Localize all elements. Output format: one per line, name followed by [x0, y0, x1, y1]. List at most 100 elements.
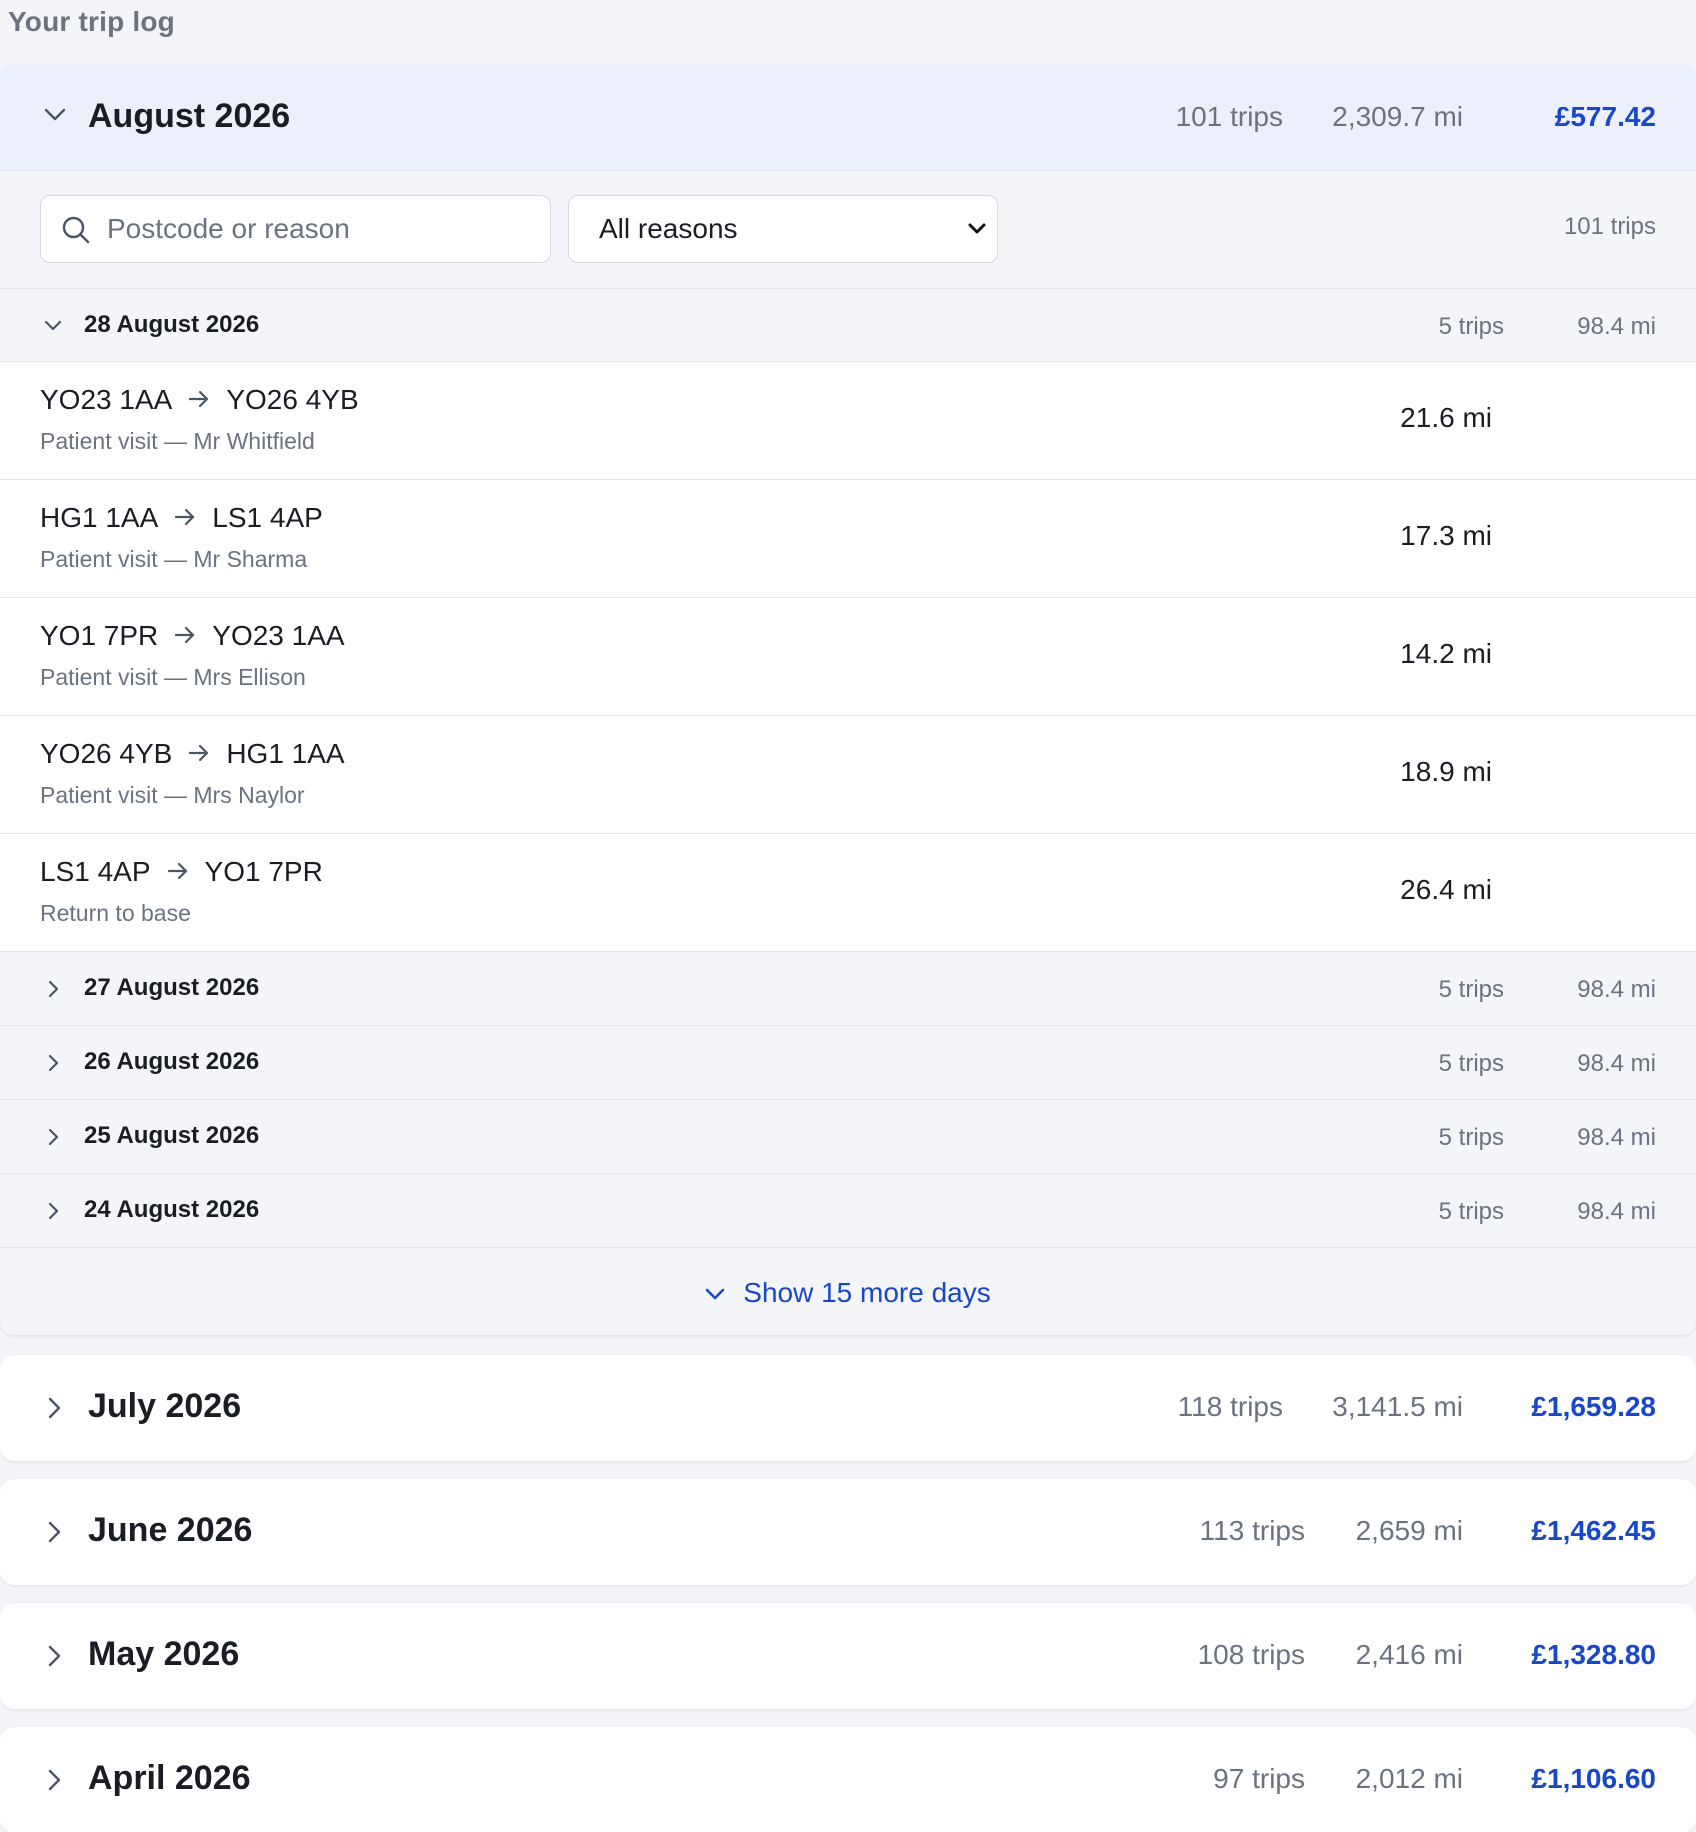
chevron-down-icon — [967, 218, 987, 245]
day-trip-count: 5 trips — [1438, 1198, 1504, 1225]
day-header-28-august[interactable]: 28 August 2026 5 trips 98.4 mi — [0, 289, 1696, 362]
trip-miles: 21.6 mi — [1400, 402, 1492, 433]
month-trip-count: 97 trips — [1213, 1763, 1305, 1794]
trip-from: YO1 7PR — [40, 620, 159, 651]
show-more-label: Show 15 more days — [743, 1277, 991, 1308]
month-card-july[interactable]: July 2026 118 trips 3,141.5 mi £1,659.28 — [0, 1355, 1696, 1461]
trip-miles: 14.2 mi — [1400, 638, 1492, 669]
month-title: August 2026 — [88, 97, 291, 135]
chevron-right-icon — [48, 1128, 60, 1146]
day-miles: 98.4 mi — [1577, 1124, 1656, 1151]
month-miles: 2,659 mi — [1355, 1515, 1463, 1546]
month-title: April 2026 — [88, 1759, 251, 1797]
month-title: July 2026 — [88, 1387, 242, 1425]
chevron-right-icon — [48, 1769, 62, 1791]
month-amount: £1,106.60 — [1531, 1763, 1656, 1794]
search-field[interactable] — [40, 195, 551, 263]
trip-to: HG1 1AA — [226, 738, 345, 769]
day-trip-count: 5 trips — [1438, 976, 1504, 1003]
reason-select[interactable]: All reasons — [568, 195, 998, 263]
month-trip-count: 108 trips — [1197, 1639, 1305, 1670]
day-header-24-august[interactable]: 24 August 2026 5 trips 98.4 mi — [0, 1174, 1696, 1248]
month-amount: £1,659.28 — [1531, 1391, 1656, 1422]
arrow-right-icon — [174, 502, 196, 534]
trip-miles: 18.9 mi — [1400, 756, 1492, 787]
month-card-august: August 2026 101 trips 2,309.7 mi £577.42… — [0, 65, 1696, 1335]
chevron-down-icon — [44, 320, 62, 332]
chevron-right-icon — [48, 980, 60, 998]
trip-from: YO23 1AA — [40, 384, 173, 415]
day-miles: 98.4 mi — [1577, 1050, 1656, 1077]
show-more-days-button[interactable]: Show 15 more days — [0, 1248, 1696, 1335]
trip-reason: Return to base — [40, 900, 191, 926]
arrow-right-icon — [174, 620, 196, 652]
month-amount: £1,462.45 — [1531, 1515, 1656, 1546]
month-card-june[interactable]: June 2026 113 trips 2,659 mi £1,462.45 — [0, 1479, 1696, 1585]
search-icon — [61, 215, 91, 250]
reason-select-value: All reasons — [599, 213, 738, 244]
month-header-august[interactable]: August 2026 101 trips 2,309.7 mi £577.42 — [0, 65, 1696, 171]
month-miles: 2,309.7 mi — [1332, 101, 1463, 132]
day-miles: 98.4 mi — [1577, 976, 1656, 1003]
day-trip-count: 5 trips — [1438, 313, 1504, 340]
trip-to: LS1 4AP — [212, 502, 323, 533]
trip-reason: Patient visit — Mr Whitfield — [40, 428, 315, 454]
trip-to: YO1 7PR — [204, 856, 323, 887]
chevron-down-icon[interactable] — [44, 108, 66, 122]
month-title: June 2026 — [88, 1511, 253, 1549]
chevron-right-icon — [48, 1397, 62, 1419]
trip-row[interactable]: YO23 1AA YO26 4YB Patient visit — Mr Whi… — [0, 362, 1696, 480]
trip-reason: Patient visit — Mrs Naylor — [40, 782, 305, 808]
month-amount: £577.42 — [1554, 101, 1656, 132]
day-trip-count: 5 trips — [1438, 1124, 1504, 1151]
trip-route: YO1 7PR YO23 1AA — [40, 620, 345, 652]
trip-miles: 17.3 mi — [1400, 520, 1492, 551]
day-title: 27 August 2026 — [84, 974, 260, 1001]
trip-route: YO23 1AA YO26 4YB — [40, 384, 359, 416]
day-header-27-august[interactable]: 27 August 2026 5 trips 98.4 mi — [0, 952, 1696, 1026]
month-card-april[interactable]: April 2026 97 trips 2,012 mi £1,106.60 — [0, 1727, 1696, 1832]
page-title: Your trip log — [8, 6, 175, 37]
month-title: May 2026 — [88, 1635, 240, 1673]
arrow-right-icon — [188, 738, 210, 770]
day-miles: 98.4 mi — [1577, 1198, 1656, 1225]
trip-row[interactable]: LS1 4AP YO1 7PR Return to base 26.4 mi — [0, 834, 1696, 952]
trip-route: HG1 1AA LS1 4AP — [40, 502, 323, 534]
trip-from: LS1 4AP — [40, 856, 151, 887]
month-amount: £1,328.80 — [1531, 1639, 1656, 1670]
trip-miles: 26.4 mi — [1400, 874, 1492, 905]
month-miles: 3,141.5 mi — [1332, 1391, 1463, 1422]
month-miles: 2,416 mi — [1355, 1639, 1463, 1670]
month-trip-count: 113 trips — [1199, 1515, 1305, 1546]
trip-to: YO26 4YB — [226, 384, 359, 415]
trip-from: YO26 4YB — [40, 738, 173, 769]
chevron-right-icon — [48, 1645, 62, 1667]
trip-route: LS1 4AP YO1 7PR — [40, 856, 323, 888]
trip-route: YO26 4YB HG1 1AA — [40, 738, 345, 770]
arrow-right-icon — [188, 384, 210, 416]
search-input[interactable] — [107, 208, 527, 250]
day-title: 24 August 2026 — [84, 1196, 260, 1223]
day-miles: 98.4 mi — [1577, 313, 1656, 340]
chevron-right-icon — [48, 1054, 60, 1072]
trip-row[interactable]: HG1 1AA LS1 4AP Patient visit — Mr Sharm… — [0, 480, 1696, 598]
trip-list: YO23 1AA YO26 4YB Patient visit — Mr Whi… — [0, 362, 1696, 952]
day-title: 28 August 2026 — [84, 311, 260, 338]
trip-reason: Patient visit — Mrs Ellison — [40, 664, 306, 690]
month-card-may[interactable]: May 2026 108 trips 2,416 mi £1,328.80 — [0, 1603, 1696, 1709]
day-header-25-august[interactable]: 25 August 2026 5 trips 98.4 mi — [0, 1100, 1696, 1174]
trip-to: YO23 1AA — [212, 620, 345, 651]
month-miles: 2,012 mi — [1355, 1763, 1463, 1794]
day-title: 25 August 2026 — [84, 1122, 260, 1149]
chevron-down-icon — [705, 1277, 725, 1309]
month-trip-count: 118 trips — [1177, 1391, 1283, 1422]
day-header-26-august[interactable]: 26 August 2026 5 trips 98.4 mi — [0, 1026, 1696, 1100]
day-trip-count: 5 trips — [1438, 1050, 1504, 1077]
month-trip-count: 101 trips — [1175, 101, 1283, 132]
trip-row[interactable]: YO26 4YB HG1 1AA Patient visit — Mrs Nay… — [0, 716, 1696, 834]
trip-row[interactable]: YO1 7PR YO23 1AA Patient visit — Mrs Ell… — [0, 598, 1696, 716]
day-title: 26 August 2026 — [84, 1048, 260, 1075]
filtered-trip-count: 101 trips — [1563, 213, 1656, 240]
trip-from: HG1 1AA — [40, 502, 159, 533]
chevron-right-icon — [48, 1521, 62, 1543]
